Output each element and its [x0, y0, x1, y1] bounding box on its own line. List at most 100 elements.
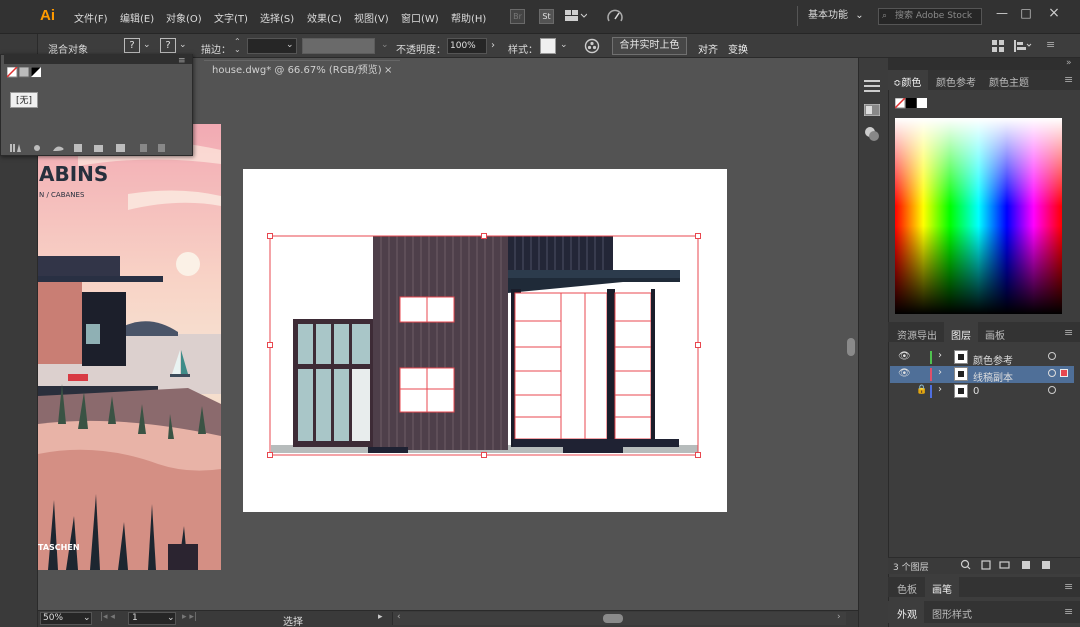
close-window-button[interactable]: × [1042, 5, 1066, 21]
tab-layers[interactable]: 图层 [951, 327, 971, 342]
menu-effect[interactable]: 效果(C) [307, 10, 342, 25]
layer-name[interactable]: 0 [973, 386, 979, 397]
maximize-button[interactable]: □ [1014, 5, 1038, 21]
flyout-menu-icon[interactable]: ≡ [178, 56, 186, 66]
isolate-icon[interactable] [992, 40, 1004, 52]
tab-swatches[interactable]: 色板 [897, 581, 917, 596]
variable-width-profile[interactable] [302, 38, 375, 54]
artboard[interactable] [243, 169, 727, 512]
transform-link[interactable]: 变换 [728, 41, 748, 56]
visibility-eye-icon[interactable]: 👁 [898, 351, 911, 362]
tab-color-themes[interactable]: 颜色主题 [989, 74, 1029, 89]
arrange-icon[interactable] [1014, 40, 1032, 52]
lock-icon[interactable]: 🔒 [916, 385, 927, 395]
profile-chevron-icon[interactable]: ⌄ [381, 40, 389, 50]
horizontal-scrollbar-thumb[interactable] [603, 614, 623, 623]
appearance-panel-menu-icon[interactable]: ≡ [1064, 605, 1073, 618]
style-chevron-icon[interactable]: ⌄ [560, 40, 568, 50]
house-artwork[interactable] [243, 169, 727, 512]
align-link[interactable]: 对齐 [698, 41, 718, 56]
scroll-left-icon[interactable]: ‹ [397, 612, 401, 622]
zoom-select[interactable]: 50% ⌄ [40, 612, 92, 625]
minimize-button[interactable]: — [990, 5, 1014, 21]
stroke-weight-stepper[interactable]: ⌃ ⌄ [234, 38, 246, 54]
color-quick-swatches[interactable] [894, 97, 927, 109]
recolor-artwork-icon[interactable] [584, 38, 600, 54]
expand-chevron-icon[interactable]: › [938, 367, 942, 378]
panel-menu-icon[interactable]: ≡ [1046, 38, 1055, 51]
tab-asset-export[interactable]: 资源导出 [897, 327, 937, 342]
layer-thumbnail [954, 367, 968, 381]
expand-chevron-icon[interactable]: › [938, 384, 942, 395]
brushes-panel-menu-icon[interactable]: ≡ [1064, 580, 1073, 593]
layer-row[interactable]: 👁 › 颜色参考 [890, 349, 1074, 367]
horizontal-scrollbar-track[interactable]: ‹ › [392, 612, 846, 625]
arrange-documents-icon[interactable] [565, 10, 588, 22]
target-circle-icon[interactable] [1048, 386, 1056, 394]
status-menu-arrow-icon[interactable]: ▸ [378, 612, 383, 622]
selection-indicator-icon[interactable] [1060, 369, 1068, 377]
collapse-dock-icon[interactable]: » [1066, 58, 1072, 68]
layer-row-selected[interactable]: 👁 › 线稿副本 [890, 366, 1074, 384]
tab-color[interactable]: ≎颜色 [893, 74, 921, 89]
opacity-arrow-icon[interactable]: › [491, 40, 495, 51]
menu-select[interactable]: 选择(S) [260, 10, 294, 25]
transparency-panel-icon[interactable] [864, 126, 880, 142]
workspace-switcher[interactable]: 基本功能 ⌄ [797, 6, 869, 26]
layer-color-tag [930, 351, 932, 364]
first-artboard-icon[interactable]: |◂ ◂ [100, 612, 115, 622]
scroll-right-icon[interactable]: › [837, 612, 841, 622]
chevron-down-icon: ⌄ [167, 613, 175, 623]
artboard-number-select[interactable]: 1 ⌄ [128, 612, 176, 625]
stroke-weight-chevron-icon[interactable]: ⌄ [286, 40, 294, 50]
layer-name[interactable]: 颜色参考 [973, 352, 1013, 367]
merge-live-paint-button[interactable]: 合并实时上色 [612, 37, 687, 55]
stroke-dropdown-chevron-icon[interactable]: ⌄ [179, 40, 187, 50]
target-circle-icon[interactable] [1048, 352, 1056, 360]
gpu-performance-icon[interactable] [606, 9, 624, 24]
target-circle-icon[interactable] [1048, 369, 1056, 377]
color-spectrum-picker[interactable] [895, 118, 1062, 314]
fill-dropdown-chevron-icon[interactable]: ⌄ [143, 40, 151, 50]
layer-color-tag [930, 368, 932, 381]
stock-search-input[interactable]: ⌕ 搜索 Adobe Stock [878, 8, 982, 25]
vertical-scrollbar-thumb[interactable] [847, 338, 855, 356]
properties-icon[interactable] [864, 80, 880, 92]
bridge-button[interactable]: Br [510, 9, 525, 24]
menu-help[interactable]: 帮助(H) [451, 10, 486, 25]
layer-thumbnail [954, 350, 968, 364]
menu-object[interactable]: 对象(O) [166, 10, 202, 25]
tab-appearance[interactable]: 外观 [897, 606, 917, 621]
menu-edit[interactable]: 编辑(E) [120, 10, 154, 25]
close-tab-icon[interactable]: × [384, 61, 392, 81]
visibility-eye-icon[interactable]: 👁 [898, 368, 911, 379]
flyout-swatches[interactable] [6, 66, 42, 78]
menu-file[interactable]: 文件(F) [74, 10, 108, 25]
layer-color-tag [930, 385, 932, 398]
fill-swatch[interactable]: ? [124, 38, 140, 53]
tab-graphic-styles[interactable]: 图形样式 [932, 606, 972, 621]
gradient-panel-icon[interactable] [863, 103, 881, 117]
menu-view[interactable]: 视图(V) [354, 10, 389, 25]
color-panel-menu-icon[interactable]: ≡ [1064, 73, 1073, 86]
stock-button[interactable]: St [539, 9, 554, 24]
stroke-swatch[interactable]: ? [160, 38, 176, 53]
graphic-style-swatch[interactable] [540, 38, 556, 54]
last-artboard-icon[interactable]: ▸ ▸| [182, 612, 197, 622]
poster-title: ABINS [39, 162, 108, 186]
workspace-label: 基本功能 [808, 10, 848, 21]
menu-window[interactable]: 窗口(W) [401, 10, 439, 25]
layers-panel-menu-icon[interactable]: ≡ [1064, 326, 1073, 339]
reference-poster-image[interactable]: ABINS N / CABANES TASCHEN [38, 124, 221, 570]
opacity-input[interactable]: 100% [447, 38, 487, 54]
tab-color-guide[interactable]: 颜色参考 [936, 74, 976, 89]
document-tab[interactable]: house.dwg* @ 66.67% (RGB/预览) × [204, 60, 400, 82]
tab-artboards[interactable]: 画板 [985, 327, 1005, 342]
tab-brushes[interactable]: 画笔 [932, 581, 952, 596]
layer-name[interactable]: 线稿副本 [973, 369, 1013, 384]
layer-row[interactable]: 🔒 › 0 [890, 383, 1074, 400]
document-title: house.dwg* @ 66.67% (RGB/预览) [212, 65, 382, 76]
menu-type[interactable]: 文字(T) [214, 10, 248, 25]
expand-chevron-icon[interactable]: › [938, 350, 942, 361]
layers-footer-actions[interactable] [960, 559, 1060, 571]
